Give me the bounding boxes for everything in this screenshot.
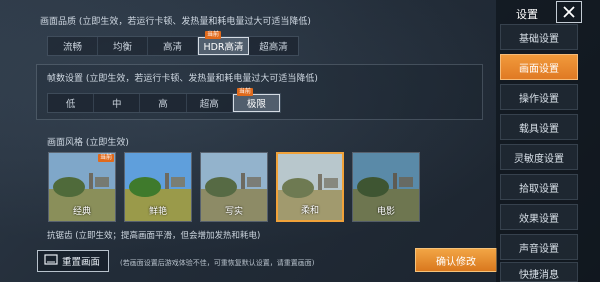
quality-option-label: 流畅 bbox=[62, 42, 82, 53]
style-thumb-label: 电影 bbox=[376, 207, 395, 217]
fps-segmented-control: 低 中 高 超高 当前 极限 bbox=[47, 88, 281, 113]
settings-screen: 画面品质 (立即生效，若运行卡顿、发热量和耗电量过大可适当降低) 流畅 均衡 高… bbox=[0, 0, 600, 282]
fps-option-ultra[interactable]: 超高 bbox=[187, 94, 233, 112]
style-thumb-classic[interactable]: 当前 经典 bbox=[48, 152, 116, 222]
sidebar-item-label: 基础设置 bbox=[519, 33, 559, 45]
reset-note: (若画面设置后游戏体验不佳，可重恢复默认设置，请重置画面) bbox=[120, 259, 315, 267]
style-section-title: 画面风格 (立即生效) bbox=[47, 138, 129, 148]
fps-option-label: 低 bbox=[65, 99, 76, 110]
fps-option-label: 中 bbox=[112, 99, 122, 110]
sidebar-item-label: 声音设置 bbox=[519, 243, 559, 255]
quality-option-label: 均衡 bbox=[112, 42, 132, 53]
style-thumb-realistic[interactable]: 写实 bbox=[200, 152, 268, 222]
sidebar-item-label: 拾取设置 bbox=[519, 183, 559, 195]
fps-option-label: 高 bbox=[158, 99, 168, 110]
sidebar-item-graphics[interactable]: 画面设置 bbox=[500, 54, 578, 80]
sidebar-item-label: 快捷消息 bbox=[519, 270, 559, 281]
style-thumb-label: 写实 bbox=[224, 207, 243, 217]
antialias-title: 抗锯齿 (立即生效；提高画面平滑，但会增加发热和耗电) bbox=[47, 231, 261, 241]
quality-option-smooth[interactable]: 流畅 bbox=[48, 37, 98, 55]
current-badge: 当前 bbox=[97, 154, 114, 162]
reset-button[interactable]: 重置画面 bbox=[37, 250, 109, 272]
sidebar-item-label: 操作设置 bbox=[519, 93, 559, 105]
confirm-button[interactable]: 确认修改 bbox=[415, 248, 497, 272]
style-thumb-vivid[interactable]: 鲜艳 bbox=[124, 152, 192, 222]
reset-button-label: 重置画面 bbox=[62, 257, 101, 268]
sidebar-item-controls[interactable]: 操作设置 bbox=[500, 84, 578, 110]
sidebar-item-basic[interactable]: 基础设置 bbox=[500, 24, 578, 50]
sidebar-item-sound[interactable]: 声音设置 bbox=[500, 234, 578, 260]
quality-option-label: 超高清 bbox=[259, 42, 288, 53]
sidebar-item-quick-message[interactable]: 快捷消息 bbox=[500, 262, 578, 282]
sidebar-item-label: 载具设置 bbox=[519, 123, 559, 135]
quality-option-hd[interactable]: 高清 bbox=[148, 37, 198, 55]
fps-option-label: 极限 bbox=[246, 99, 266, 110]
confirm-button-label: 确认修改 bbox=[436, 256, 476, 268]
style-thumb-label: 鲜艳 bbox=[148, 207, 167, 217]
quality-section-title: 画面品质 (立即生效，若运行卡顿、发热量和耗电量过大可适当降低) bbox=[40, 17, 311, 27]
fps-option-high[interactable]: 高 bbox=[140, 94, 187, 112]
style-thumb-cinema[interactable]: 电影 bbox=[352, 152, 420, 222]
quality-option-hdr[interactable]: 当前 HDR高清 bbox=[198, 31, 249, 55]
sidebar-item-pickup[interactable]: 拾取设置 bbox=[500, 174, 578, 200]
fps-option-label: 超高 bbox=[199, 99, 219, 110]
style-thumb-label: 柔和 bbox=[300, 206, 319, 216]
style-thumb-label: 经典 bbox=[72, 207, 91, 217]
sidebar-item-vehicle[interactable]: 载具设置 bbox=[500, 114, 578, 140]
sidebar-item-label: 效果设置 bbox=[519, 213, 559, 225]
current-badge: 当前 bbox=[205, 31, 222, 39]
reset-icon bbox=[44, 254, 58, 268]
quality-option-ultra[interactable]: 超高清 bbox=[249, 37, 298, 55]
sidebar-item-sensitivity[interactable]: 灵敏度设置 bbox=[500, 144, 578, 170]
quality-option-label: HDR高清 bbox=[203, 42, 244, 53]
fps-option-medium[interactable]: 中 bbox=[94, 94, 141, 112]
close-icon bbox=[563, 3, 575, 22]
quality-option-balanced[interactable]: 均衡 bbox=[98, 37, 148, 55]
quality-option-label: 高清 bbox=[162, 42, 182, 53]
sidebar-title: 设置 bbox=[516, 8, 538, 21]
fps-option-extreme[interactable]: 当前 极限 bbox=[232, 88, 281, 112]
close-button[interactable] bbox=[556, 1, 582, 23]
fps-option-low[interactable]: 低 bbox=[48, 94, 95, 112]
fps-section-title: 帧数设置 (立即生效，若运行卡顿、发热量和耗电量过大可适当降低) bbox=[47, 74, 318, 84]
style-thumb-soft[interactable]: 柔和 bbox=[276, 152, 344, 222]
sidebar-item-label: 画面设置 bbox=[519, 63, 559, 75]
sidebar-item-effects[interactable]: 效果设置 bbox=[500, 204, 578, 230]
sidebar-item-label: 灵敏度设置 bbox=[514, 153, 564, 165]
quality-segmented-control: 流畅 均衡 高清 当前 HDR高清 超高清 bbox=[47, 31, 299, 56]
current-badge: 当前 bbox=[236, 88, 253, 96]
